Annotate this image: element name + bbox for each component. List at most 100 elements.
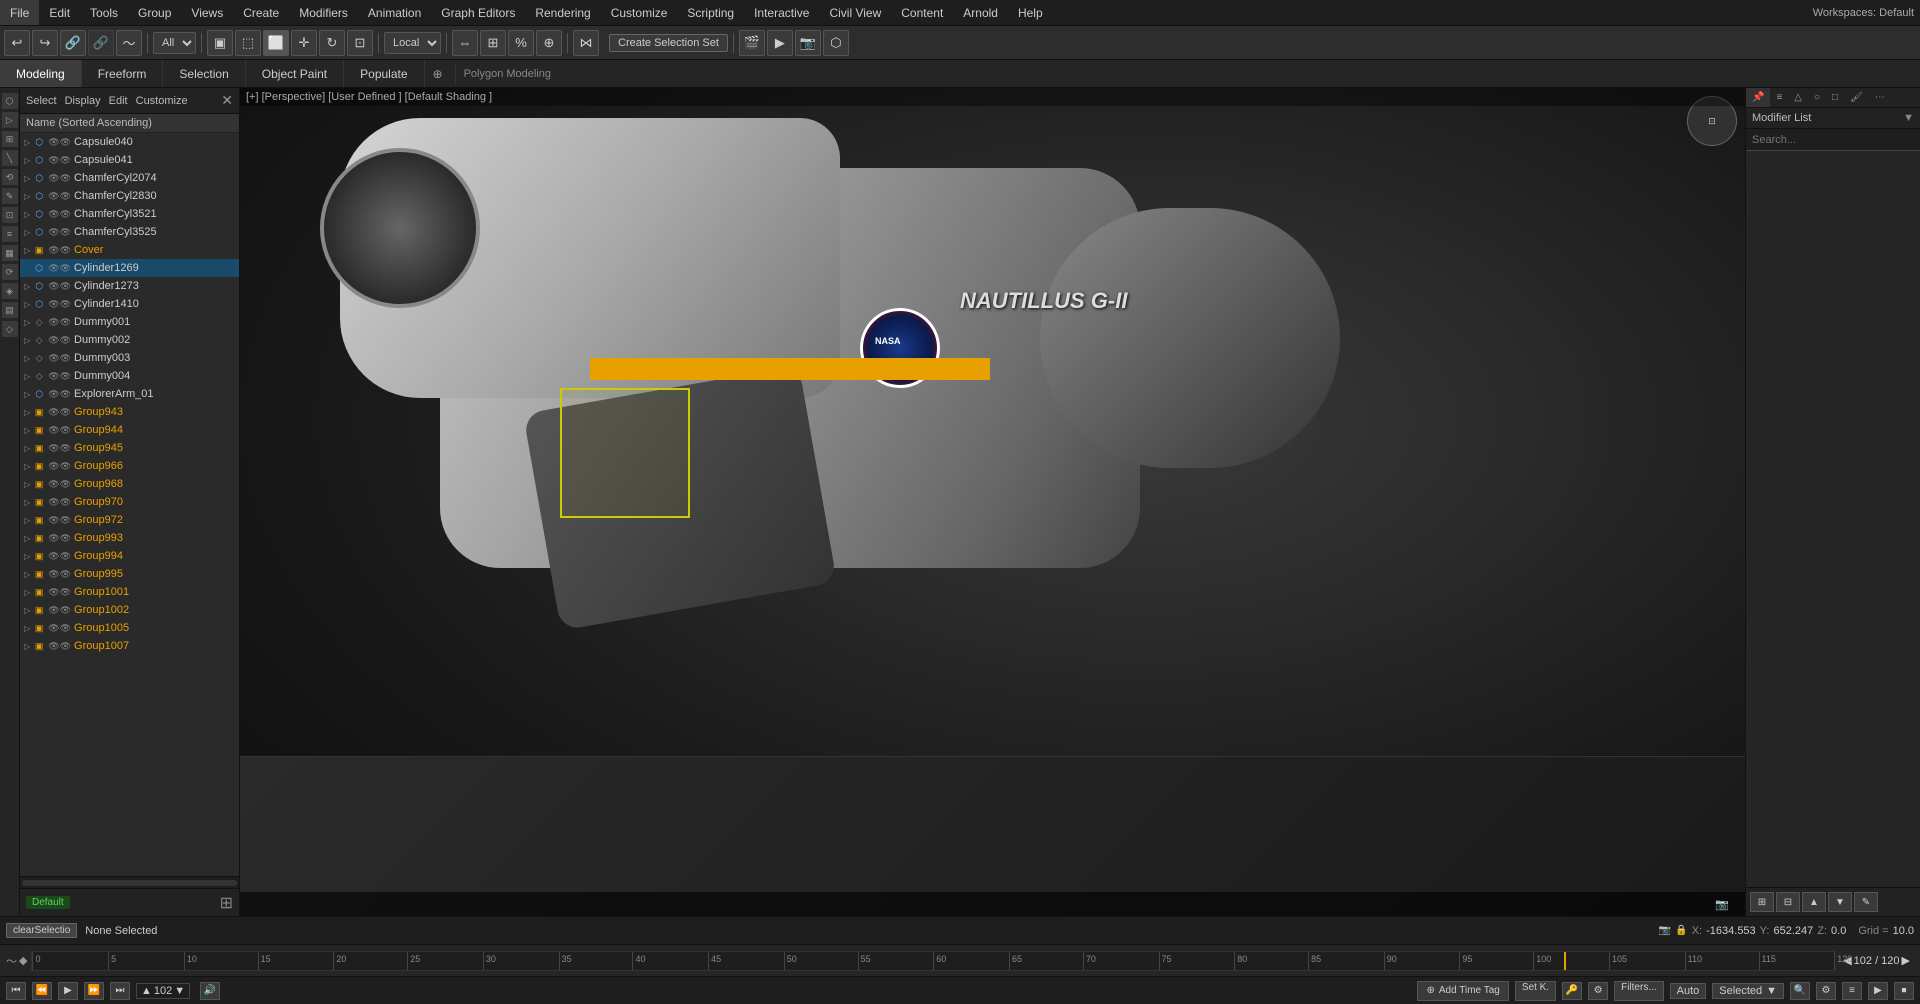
scene-list-item[interactable]: ▷⬡👁👁Cylinder1410 [20, 295, 239, 313]
menu-views[interactable]: Views [181, 0, 233, 25]
left-tool-8[interactable]: ≡ [2, 226, 18, 242]
right-tab-pin[interactable]: 📌 [1746, 88, 1770, 107]
coord-select[interactable]: Local [384, 32, 441, 54]
render-frame-button[interactable]: 📷 [795, 30, 821, 56]
left-tool-7[interactable]: ⊡ [2, 207, 18, 223]
menu-civil-view[interactable]: Civil View [819, 0, 891, 25]
menu-animation[interactable]: Animation [358, 0, 431, 25]
time-cursor[interactable] [1564, 952, 1566, 970]
left-tool-1[interactable]: ⬡ [2, 93, 18, 109]
menu-create[interactable]: Create [233, 0, 289, 25]
scene-list-item[interactable]: ▷▣👁👁Group993 [20, 529, 239, 547]
scene-list-item[interactable]: ⬡👁👁Cylinder1269 [20, 259, 239, 277]
viewport[interactable]: [+] [Perspective] [User Defined ] [Defau… [240, 88, 1745, 916]
prev-key-btn[interactable]: ⏪ [32, 982, 52, 1000]
tab-populate[interactable]: Populate [344, 60, 424, 87]
left-tool-6[interactable]: ✎ [2, 188, 18, 204]
right-tab-tri[interactable]: △ [1788, 88, 1808, 107]
tab-more[interactable]: ⊕ [425, 67, 451, 81]
key-options-btn[interactable]: ⚙ [1816, 982, 1836, 1000]
percent-button[interactable]: % [508, 30, 534, 56]
menu-customize[interactable]: Customize [601, 0, 678, 25]
scene-customize-tab[interactable]: Customize [136, 95, 188, 107]
menu-file[interactable]: File [0, 0, 39, 25]
layer-options-icon[interactable]: ⊞ [220, 893, 233, 913]
curve-icon[interactable]: 〜 [6, 953, 17, 969]
rp-btn-4[interactable]: ▼ [1828, 892, 1852, 912]
modifier-list-expand[interactable]: ▼ [1903, 112, 1914, 124]
menu-edit[interactable]: Edit [39, 0, 80, 25]
left-tool-13[interactable]: ◇ [2, 321, 18, 337]
rp-btn-2[interactable]: ⊟ [1776, 892, 1800, 912]
scene-list-item[interactable]: ▷▣👁👁Group970 [20, 493, 239, 511]
menu-help[interactable]: Help [1008, 0, 1053, 25]
scene-list-item[interactable]: ▷◇👁👁Dummy004 [20, 367, 239, 385]
scene-list-item[interactable]: ▷▣👁👁Group1007 [20, 637, 239, 655]
add-time-tag-button[interactable]: ⊕ Add Time Tag [1417, 981, 1508, 1001]
scene-list-item[interactable]: ▷◇👁👁Dummy001 [20, 313, 239, 331]
scene-list-item[interactable]: ▷⬡👁👁ChamferCyl3521 [20, 205, 239, 223]
create-selection-set-button[interactable]: Create Selection Set [609, 34, 728, 52]
rp-btn-3[interactable]: ▲ [1802, 892, 1826, 912]
scene-list-item[interactable]: ▷⬡👁👁ChamferCyl2830 [20, 187, 239, 205]
auto-key-btn[interactable]: Auto [1670, 983, 1707, 999]
next-key-btn[interactable]: ⏩ [84, 982, 104, 1000]
scene-list-item[interactable]: ▷▣👁👁Cover [20, 241, 239, 259]
bind-button[interactable]: 〜 [116, 30, 142, 56]
scene-list-item[interactable]: ▷▣👁👁Group944 [20, 421, 239, 439]
scene-scroll-x[interactable] [20, 876, 239, 888]
play-btn[interactable]: ▶ [58, 982, 78, 1000]
scene-list-item[interactable]: ▷◇👁👁Dummy003 [20, 349, 239, 367]
clear-selection-button[interactable]: clearSelectio [6, 923, 77, 938]
scene-list-item[interactable]: ▷⬡👁👁ExplorerArm_01 [20, 385, 239, 403]
key-mode-btn[interactable]: 🔑 [1562, 982, 1582, 1000]
left-tool-9[interactable]: ▦ [2, 245, 18, 261]
right-tab-mesh[interactable]: ≡ [1770, 88, 1788, 107]
select-region-button[interactable]: ⬚ [235, 30, 261, 56]
left-tool-5[interactable]: ⟲ [2, 169, 18, 185]
scale-button[interactable]: ⊡ [347, 30, 373, 56]
menu-arnold[interactable]: Arnold [953, 0, 1008, 25]
tab-freeform[interactable]: Freeform [82, 60, 164, 87]
next-frame-btn[interactable]: ▶ [1902, 954, 1910, 967]
left-tool-12[interactable]: ▤ [2, 302, 18, 318]
menu-modifiers[interactable]: Modifiers [289, 0, 358, 25]
key-filter-btn[interactable]: ⚙ [1588, 982, 1608, 1000]
scene-list-item[interactable]: ▷▣👁👁Group1001 [20, 583, 239, 601]
left-tool-11[interactable]: ◈ [2, 283, 18, 299]
right-tab-dots[interactable]: ⋯ [1869, 88, 1891, 107]
tab-modeling[interactable]: Modeling [0, 60, 82, 87]
stop-btn[interactable]: ⏹ [1894, 982, 1914, 1000]
render-scene-button[interactable]: 🎬 [739, 30, 765, 56]
scene-display-tab[interactable]: Display [65, 95, 101, 107]
go-to-start-btn[interactable]: ⏮ [6, 982, 26, 1000]
scene-sort-header[interactable]: Name (Sorted Ascending) [20, 114, 239, 133]
bone-button[interactable]: ⋈ [573, 30, 599, 56]
scene-list-item[interactable]: ▷▣👁👁Group945 [20, 439, 239, 457]
modifier-search-input[interactable] [1746, 129, 1920, 151]
tab-selection[interactable]: Selection [163, 60, 245, 87]
rotate-button[interactable]: ↻ [319, 30, 345, 56]
rp-btn-5[interactable]: ✎ [1854, 892, 1878, 912]
key-extra-btn[interactable]: ≡ [1842, 982, 1862, 1000]
filters-button[interactable]: Filters... [1614, 981, 1664, 1001]
menu-rendering[interactable]: Rendering [525, 0, 600, 25]
scene-list-item[interactable]: ▷▣👁👁Group968 [20, 475, 239, 493]
menu-content[interactable]: Content [891, 0, 953, 25]
move-button[interactable]: ✛ [291, 30, 317, 56]
select-object-button[interactable]: ▣ [207, 30, 233, 56]
left-tool-3[interactable]: ⊞ [2, 131, 18, 147]
set-key-button[interactable]: Set K. [1515, 981, 1556, 1001]
unlink-button[interactable]: 🔗 [88, 30, 114, 56]
redo-button[interactable]: ↪ [32, 30, 58, 56]
scene-list-item[interactable]: ▷▣👁👁Group1005 [20, 619, 239, 637]
snap-button[interactable]: ⊕ [536, 30, 562, 56]
menu-tools[interactable]: Tools [80, 0, 128, 25]
frame-down-btn[interactable]: ▼ [174, 985, 185, 997]
timeline-ruler[interactable]: 0 5 10 15 20 25 30 35 40 45 50 55 60 65 … [31, 951, 1835, 971]
scene-list-item[interactable]: ▷▣👁👁Group994 [20, 547, 239, 565]
scene-edit-tab[interactable]: Edit [109, 95, 128, 107]
mirror-button[interactable]: ⇔ [452, 30, 478, 56]
right-tab-square[interactable]: □ [1826, 88, 1844, 107]
undo-button[interactable]: ↩ [4, 30, 30, 56]
